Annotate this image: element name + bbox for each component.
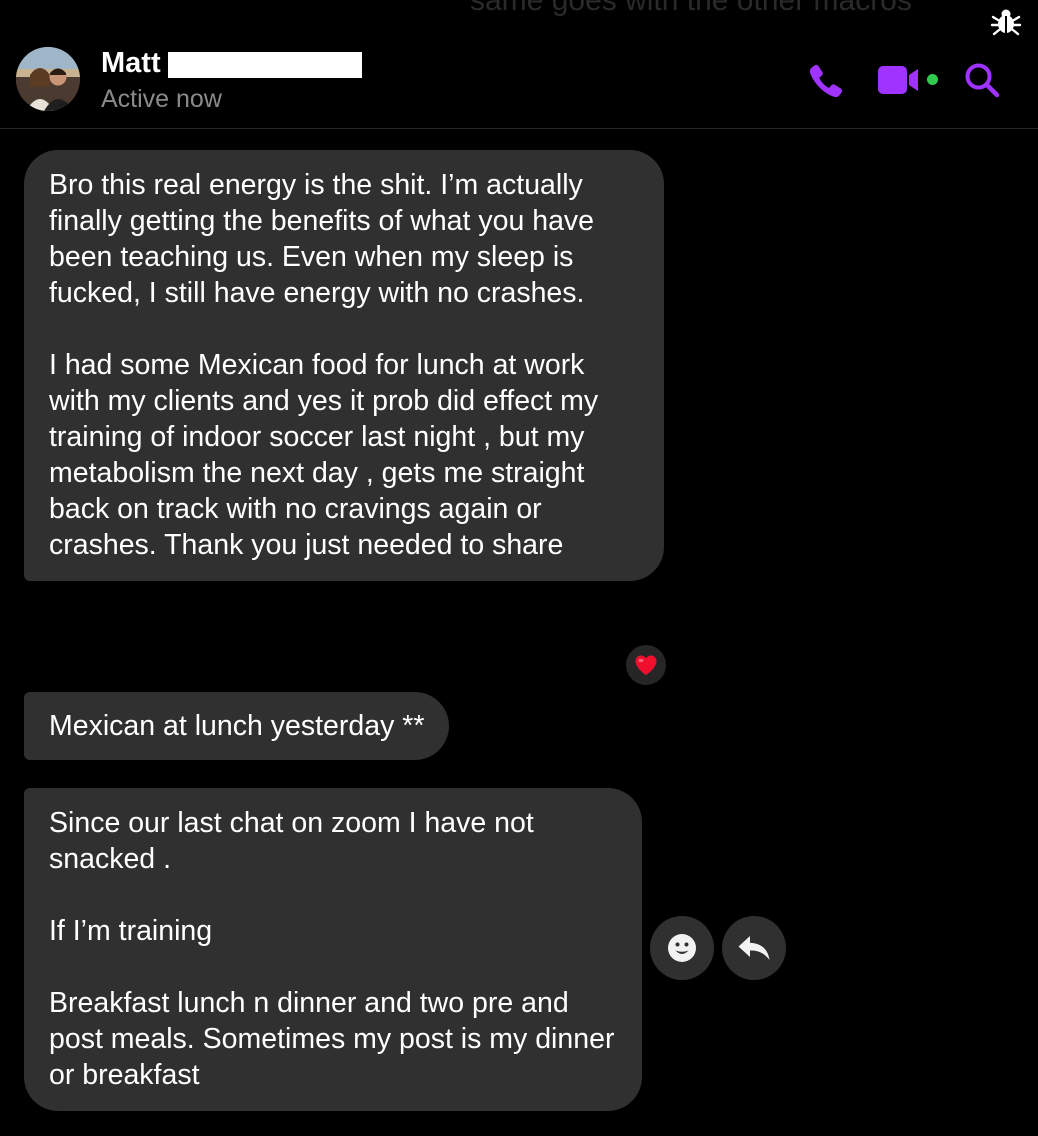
search-icon[interactable] [962,60,1002,100]
conversation-header: Matt Active now [0,0,1038,129]
heart-reaction[interactable] [623,642,669,688]
message-text: Mexican at lunch yesterday ** [49,710,425,742]
react-button[interactable] [650,916,714,980]
message-bubble[interactable]: Since our last chat on zoom I have not s… [24,788,642,1111]
active-status: Active now [101,85,222,113]
video-camera-icon[interactable] [874,62,924,98]
phone-icon[interactable] [806,61,846,101]
reply-icon [738,936,770,960]
red-heart-icon [635,655,657,675]
smiley-icon [668,934,696,962]
message-bubble[interactable]: Mexican at lunch yesterday ** [24,692,450,760]
online-indicator [927,74,938,85]
reply-button[interactable] [722,916,786,980]
avatar[interactable] [16,47,80,111]
message-text: Since our last chat on zoom I have not s… [49,807,615,1091]
message-bubble[interactable]: Bro this real energy is the shit. I’m ac… [24,150,664,581]
name-redaction [168,52,362,78]
avatar-photo [16,47,80,111]
contact-name[interactable]: Matt [101,45,161,81]
message-text: Bro this real energy is the shit. I’m ac… [49,169,599,561]
